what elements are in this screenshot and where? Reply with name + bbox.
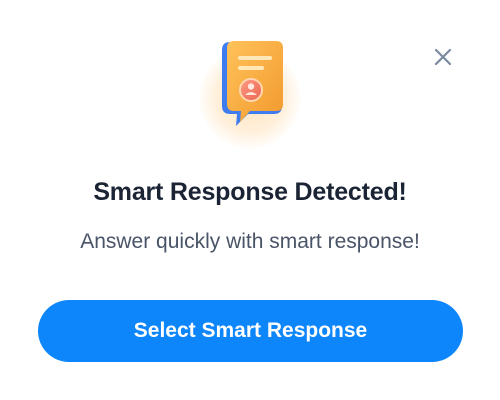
dialog-title: Smart Response Detected! [93,178,407,206]
close-button[interactable] [430,44,456,70]
select-smart-response-button[interactable]: Select Smart Response [38,300,463,362]
dialog-subtitle: Answer quickly with smart response! [80,230,420,253]
smart-response-illustration [190,28,316,178]
close-icon [434,48,452,66]
smart-response-note-icon [200,41,300,148]
smart-response-dialog: Smart Response Detected! Answer quickly … [0,0,500,400]
